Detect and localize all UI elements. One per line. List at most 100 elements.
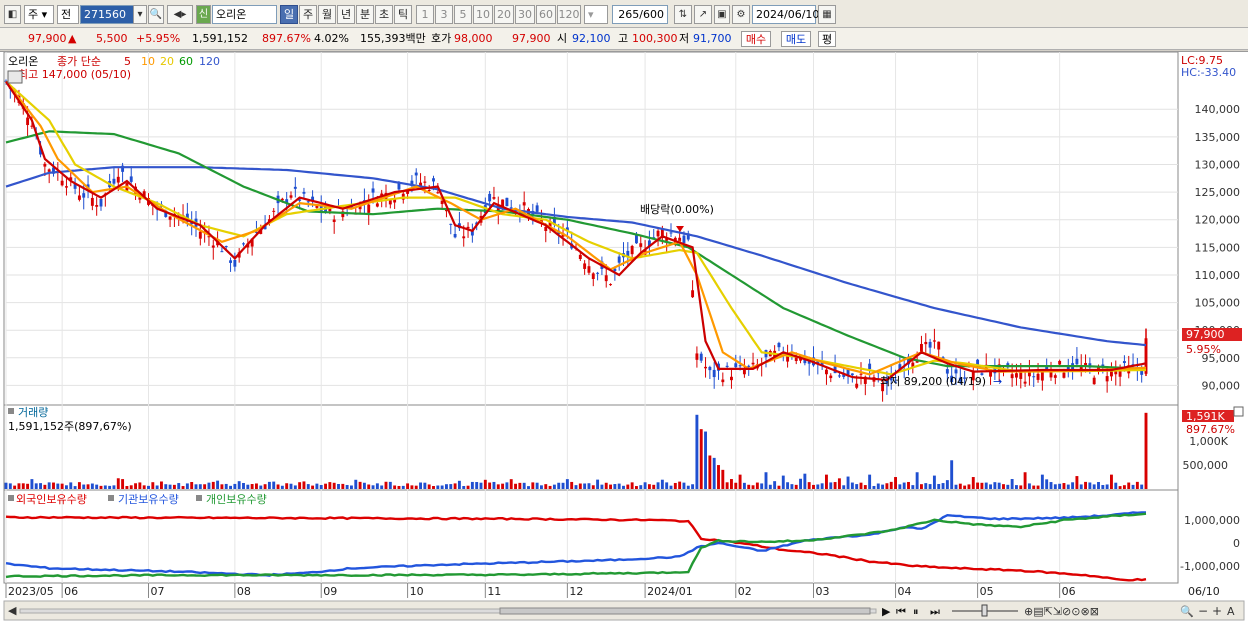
volume-bar: [302, 481, 306, 489]
volume-bar: [920, 484, 923, 489]
text-size-icon[interactable]: A: [1227, 605, 1235, 618]
volume-bar: [77, 482, 81, 489]
volume-bar: [203, 484, 207, 489]
price-high-label: 최고 147,000 (05/10): [18, 68, 131, 81]
volume-bar: [103, 485, 107, 489]
period-button-minute[interactable]: 분: [356, 5, 374, 24]
interval-button-120[interactable]: 120: [557, 5, 581, 24]
last-page-icon[interactable]: ⏭: [930, 605, 940, 618]
candle-body: [1058, 360, 1062, 365]
volume-bar: [742, 482, 746, 489]
first-page-icon[interactable]: ⏮: [896, 605, 906, 618]
candle-body: [293, 186, 297, 189]
volume-bar: [578, 483, 582, 489]
volume-bar: [833, 482, 837, 489]
scrollbar-thumb[interactable]: [499, 607, 871, 615]
volume-bar: [116, 478, 120, 489]
period-button-year[interactable]: 년: [337, 5, 355, 24]
volume-bar: [686, 485, 690, 489]
period-button-week[interactable]: 주: [299, 5, 317, 24]
price-low-label: 최저 89,200 (04/19): [880, 375, 986, 388]
volume-bar: [540, 485, 543, 489]
count-field[interactable]: 265/600: [612, 5, 668, 24]
volume-bar: [26, 483, 30, 489]
volume-bar: [263, 484, 267, 489]
period-button-day[interactable]: 일: [280, 5, 298, 24]
volume-bar: [1045, 479, 1049, 489]
interval-button-5[interactable]: 5: [454, 5, 472, 24]
interval-button-3[interactable]: 3: [435, 5, 453, 24]
price-tick-label: 110,000: [1195, 269, 1241, 282]
avg-button[interactable]: 평: [818, 31, 836, 47]
volume-bar: [436, 485, 440, 489]
interval-button-30[interactable]: 30: [515, 5, 535, 24]
volume-bar: [980, 482, 984, 489]
candle-body: [272, 210, 276, 212]
tool-icons[interactable]: ⊕▤⇱⇲⊘⊙⊗⊠: [1024, 605, 1099, 618]
period-select[interactable]: 전: [57, 5, 79, 24]
chart-area[interactable]: 140,000 135,000 130,000 125,000 120,000 115,0…: [0, 51, 1248, 621]
settings-gear-icon[interactable]: ⚙: [732, 5, 750, 24]
candle-body: [509, 207, 513, 209]
volume-bar: [1131, 484, 1135, 489]
stock-chart-svg[interactable]: 140,000 135,000 130,000 125,000 120,000 115,0…: [0, 51, 1248, 621]
volume-bar: [1110, 474, 1113, 489]
price-tick-label: 90,000: [1202, 379, 1241, 392]
volume-bar: [781, 475, 785, 489]
code-dropdown-icon[interactable]: ▾: [133, 5, 147, 24]
volume-panel-close-icon[interactable]: [1233, 406, 1244, 417]
candle-body: [725, 365, 729, 367]
volume-bar: [1015, 485, 1018, 489]
sell-button[interactable]: 매도: [781, 31, 811, 47]
draw-tool-icon[interactable]: ↗: [694, 5, 712, 24]
code-input[interactable]: 271560: [80, 5, 134, 24]
interval-button-20[interactable]: 20: [494, 5, 514, 24]
volume-bar: [470, 481, 474, 489]
candle-body: [924, 341, 928, 345]
period-button-month[interactable]: 월: [318, 5, 336, 24]
volume-bar: [1105, 484, 1109, 489]
volume-bar: [872, 485, 876, 489]
window-menu-icon[interactable]: ◧: [4, 5, 21, 24]
table-icon[interactable]: [7, 70, 23, 84]
market-select[interactable]: 주 ▾: [24, 5, 54, 24]
candle-body: [99, 198, 103, 207]
back-forward-icon[interactable]: ◀▸: [167, 5, 193, 24]
compare-icon[interactable]: ⇅: [674, 5, 692, 24]
period-button-tick[interactable]: 틱: [394, 5, 412, 24]
pause-icon[interactable]: ⏸: [913, 605, 919, 618]
date-field[interactable]: 2024/06/10: [752, 5, 819, 24]
volume-bar: [837, 478, 841, 489]
volume-bar: [1071, 482, 1075, 489]
scroll-left-icon[interactable]: ◀: [8, 604, 17, 617]
calendar-icon[interactable]: ▦: [818, 5, 836, 24]
interval-dropdown[interactable]: ▾: [584, 5, 608, 24]
volume-bar: [552, 484, 556, 489]
volume-bar: [17, 483, 21, 489]
scroll-right-icon[interactable]: ▶: [882, 605, 891, 618]
volume-bar: [544, 484, 548, 489]
volume-bar: [816, 484, 820, 489]
volume-bar: [505, 482, 509, 489]
save-icon[interactable]: ▣: [714, 5, 730, 24]
last-price-tag: 97,900: [1186, 328, 1225, 341]
period-button-second[interactable]: 초: [375, 5, 393, 24]
open-label: 시: [557, 32, 568, 45]
interval-button-60[interactable]: 60: [536, 5, 556, 24]
volume-bar: [8, 483, 12, 489]
zoom-slider-handle[interactable]: [981, 604, 988, 617]
candle-body: [1023, 381, 1027, 384]
zoom-out-icon[interactable]: −: [1198, 604, 1208, 618]
volume-bar: [673, 482, 677, 489]
volume-bar: [531, 482, 535, 489]
zoom-search-icon[interactable]: 🔍: [1180, 604, 1194, 618]
interval-button-1[interactable]: 1: [416, 5, 434, 24]
zoom-in-icon[interactable]: +: [1212, 604, 1222, 618]
volume-bar: [1101, 485, 1105, 489]
buy-button[interactable]: 매수: [741, 31, 771, 47]
volume-bar: [997, 482, 1001, 489]
interval-button-10[interactable]: 10: [473, 5, 493, 24]
volume-bar: [660, 479, 664, 489]
candle-body: [928, 341, 932, 348]
search-icon[interactable]: 🔍: [148, 5, 164, 24]
